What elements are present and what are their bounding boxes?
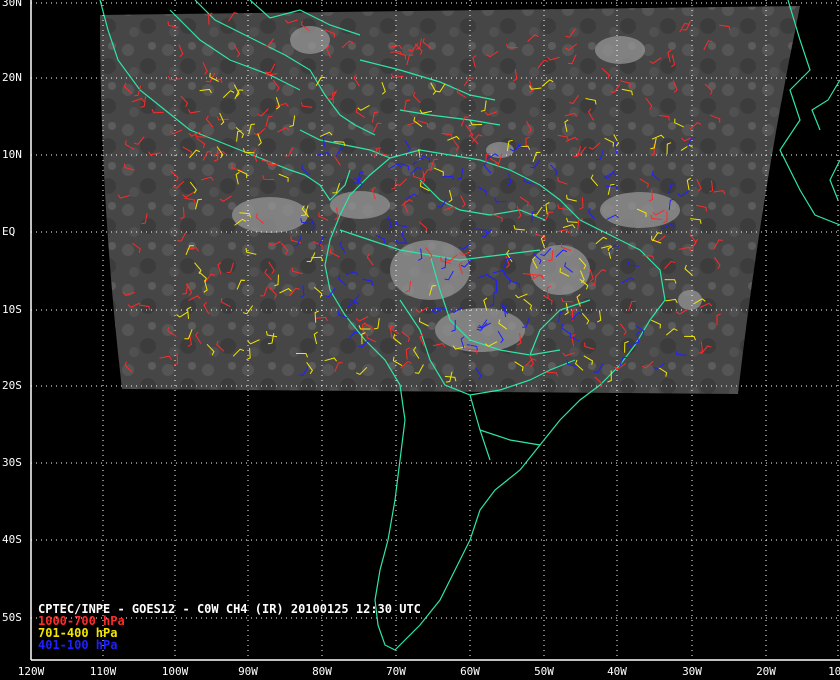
longitude-label: 50W	[534, 665, 554, 678]
latitude-label: 10S	[2, 303, 22, 316]
latitude-label: 50S	[2, 611, 22, 624]
longitude-label: 30W	[682, 665, 702, 678]
longitude-label: 110W	[89, 665, 117, 678]
legend: CPTEC/INPE - GOES12 - C0W CH4 (IR) 20100…	[38, 603, 421, 651]
longitude-label: 90W	[238, 665, 258, 678]
satellite-wind-map: 30N 20N 10N EQ 10S 20S 30S 40S 50S 120W 110W 100W 9…	[0, 0, 840, 680]
latitude-label: 20N	[2, 71, 22, 84]
longitude-label: 60W	[460, 665, 480, 678]
longitude-label: 70W	[386, 665, 406, 678]
latitude-label: EQ	[2, 225, 16, 238]
latitude-label: 10N	[2, 148, 22, 161]
longitude-label: 10W	[828, 665, 840, 678]
longitude-label: 20W	[756, 665, 776, 678]
latitude-label: 30N	[2, 0, 22, 9]
latitude-label: 30S	[2, 456, 22, 469]
longitude-label: 120W	[17, 665, 45, 678]
longitude-label: 100W	[161, 665, 189, 678]
map-canvas	[30, 0, 840, 661]
longitude-label: 40W	[607, 665, 627, 678]
legend-entry-high: 401-100 hPa	[38, 638, 118, 652]
longitude-label: 80W	[312, 665, 332, 678]
latitude-label: 20S	[2, 379, 22, 392]
latitude-label: 40S	[2, 533, 22, 546]
